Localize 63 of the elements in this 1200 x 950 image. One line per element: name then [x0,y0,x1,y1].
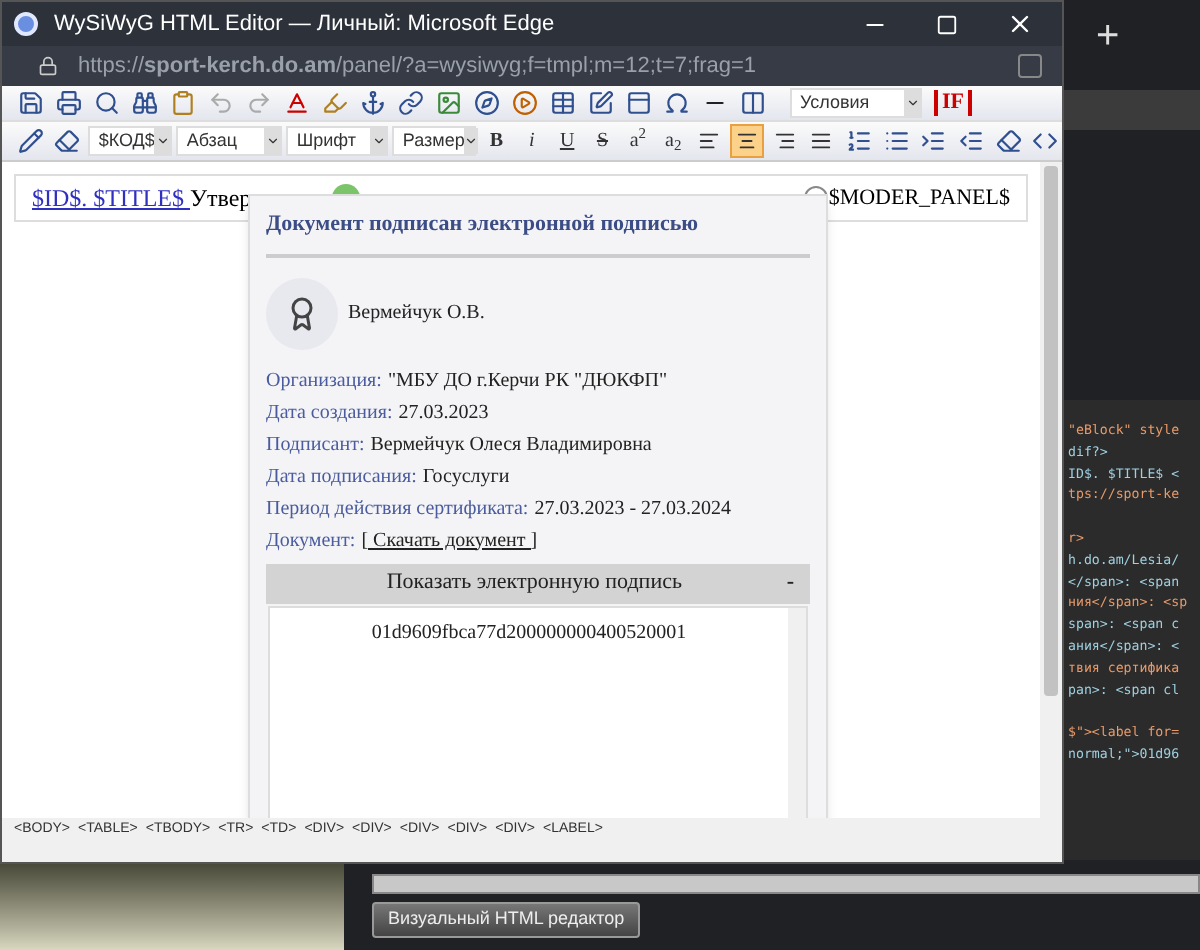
print-icon[interactable] [52,87,86,119]
omega-icon[interactable] [660,87,694,119]
align-icon [698,130,721,152]
format-button[interactable]: U [551,125,583,157]
play-icon[interactable] [508,87,542,119]
moder-panel-text: $MODER_PANEL$ [828,183,1010,214]
search-icon[interactable] [90,87,124,119]
columns-icon[interactable] [736,87,770,119]
field-label: Дата создания: [266,399,393,427]
align-button[interactable] [730,124,764,158]
image-icon[interactable] [432,87,466,119]
show-signature-toggle[interactable]: Показать электронную подпись - [266,563,810,603]
link-icon[interactable] [394,87,428,119]
signer-name: Вермейчук О.В. [348,300,485,328]
binoculars-icon[interactable] [128,87,162,119]
close-icon[interactable] [1006,10,1034,38]
field-label: Дата подписания: [266,463,417,491]
popup-title: Документ подписан электронной подписью [266,208,810,257]
align-icon [810,130,833,152]
format-button[interactable]: S [586,125,619,157]
new-tab-button[interactable]: + [1096,16,1120,56]
align-icon [773,130,796,152]
format-button[interactable]: B [480,125,513,157]
field-value: 27.03.2023 [398,399,489,427]
compass-icon[interactable] [470,87,504,119]
dropdown-select[interactable]: Размер [392,126,477,156]
url-text[interactable]: https://sport-kerch.do.am/panel/?a=wysiwyg;f=tmpl;m=12;t=7;frag=1 [78,49,757,83]
table-icon[interactable] [546,87,580,119]
edit-icon[interactable] [584,87,618,119]
dropdown-select[interactable]: $КОД$ [88,126,173,156]
field-value: 27.03.2023 - 27.03.2024 [534,495,732,523]
field-label: Организация: [266,367,382,395]
anchor-icon[interactable] [356,87,390,119]
field-value: Вермейчук Олеся Владимировна [370,431,652,459]
lock-icon [38,56,58,76]
visual-editor-button[interactable]: Визуальный HTML редактор [372,902,641,938]
download-document-link[interactable]: [ Скачать документ ] [361,525,538,557]
field-value: "МБУ ДО г.Керчи РК "ДЮКФП" [387,367,668,395]
save-icon[interactable] [14,87,48,119]
field-value: Госуслуги [422,463,510,491]
dropdown-select[interactable]: Шрифт [286,126,389,156]
title-link[interactable]: $ID$. $TITLE$ [32,180,190,216]
field-label: Документ: [266,527,356,555]
dropdown-select[interactable]: Условия [790,88,922,118]
field-label: Период действия сертификата: [266,495,529,523]
field-label: Подписант: [266,431,365,459]
page-band [1064,90,1200,130]
align-icon [735,130,758,152]
window-title: WySiWyG HTML Editor — Личный: Microsoft Edge [54,9,555,40]
layout-icon[interactable] [622,87,656,119]
dropdown-select[interactable]: Абзац [176,126,283,156]
highlighter-icon[interactable] [318,87,352,119]
format-button[interactable]: i [516,125,548,157]
format-button[interactable]: a$_{2}$ [657,125,689,157]
certificate-avatar-icon [266,277,338,349]
eraser-tool-icon[interactable] [991,125,1025,157]
pencil-icon[interactable] [14,125,48,157]
maximize-icon[interactable] [936,13,958,35]
format-button[interactable]: a$^{2}$ [622,125,654,157]
signature-id: 01d9609fbca77d200000000400520001 [369,619,689,647]
if-button[interactable]: IF [934,90,972,116]
browser-logo-icon [14,12,38,36]
eraser-icon[interactable] [51,125,85,157]
